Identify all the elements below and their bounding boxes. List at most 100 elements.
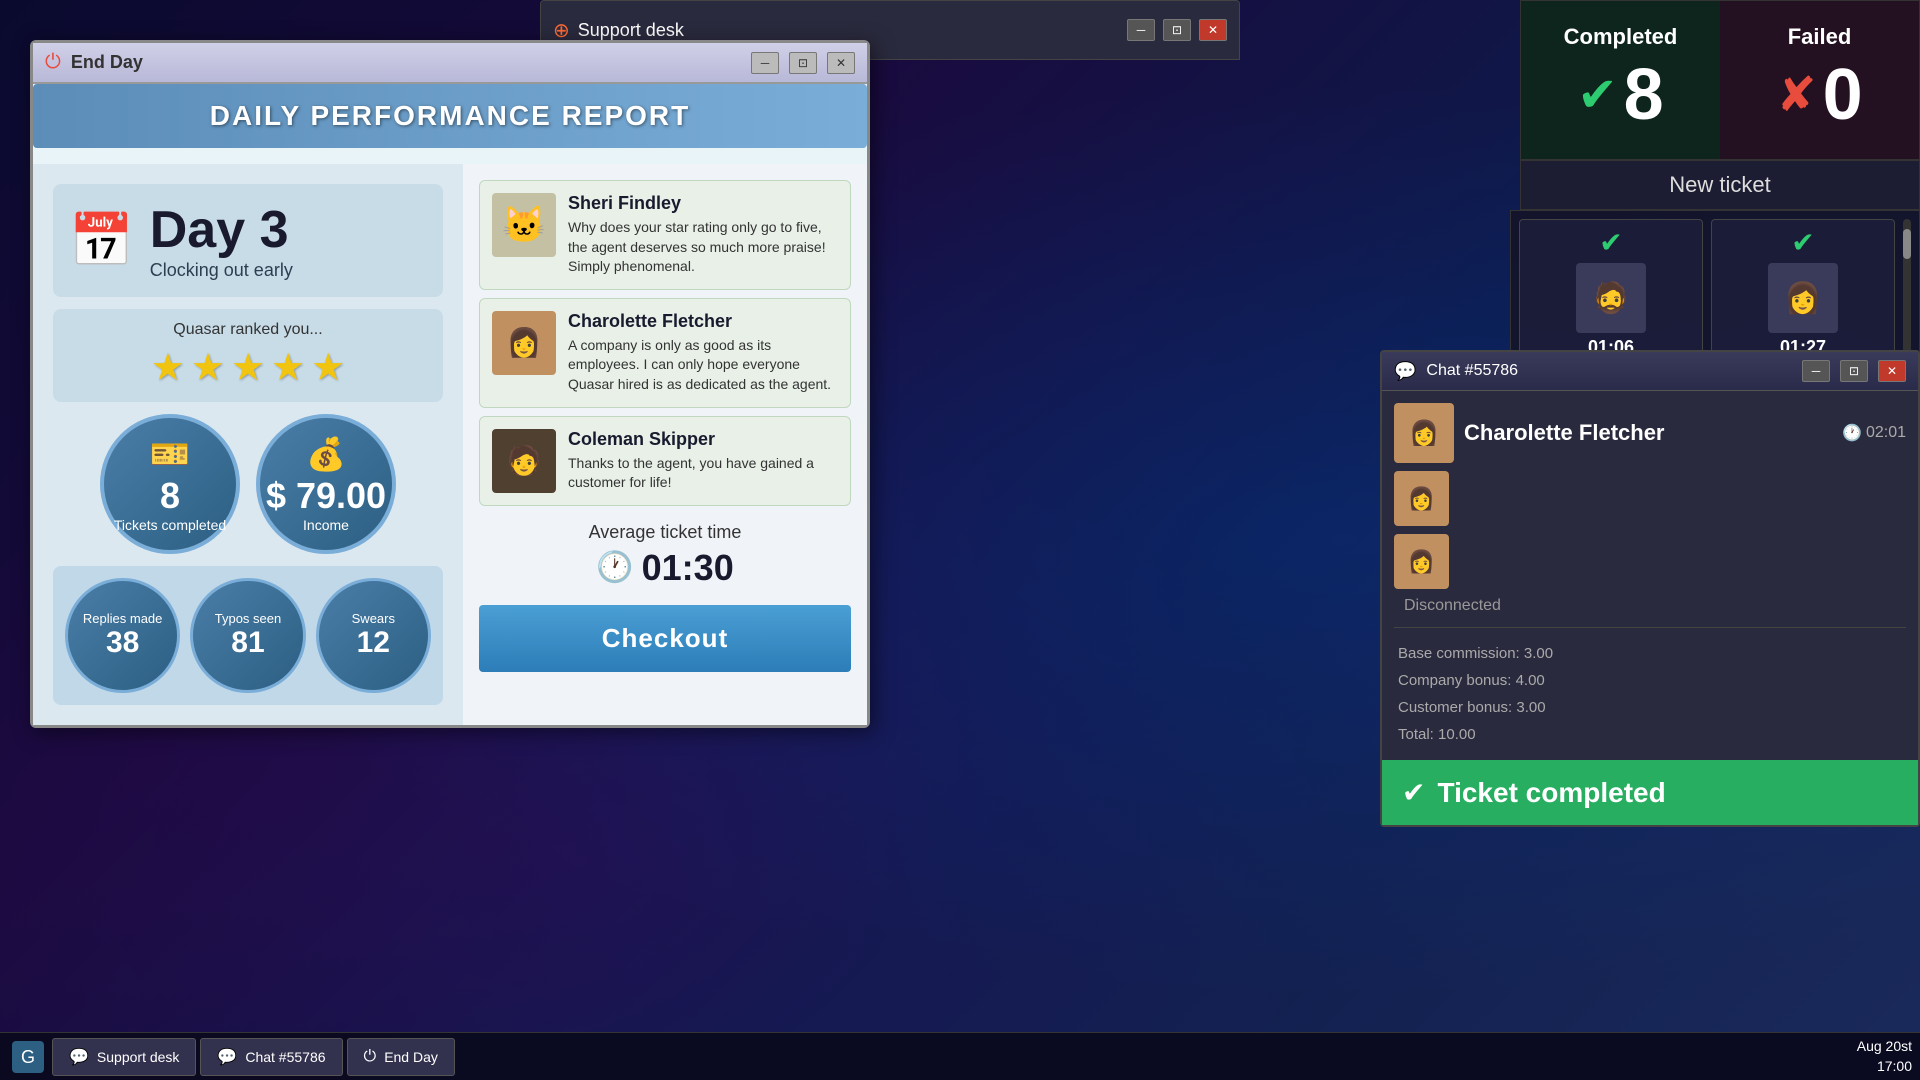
minimize-button[interactable]: ─: [1127, 19, 1155, 41]
end-day-minimize[interactable]: ─: [751, 52, 779, 74]
star-2: ★: [191, 345, 225, 390]
star-3: ★: [231, 345, 265, 390]
tickets-label: Tickets completed: [114, 517, 226, 533]
swears-value: 12: [357, 626, 390, 660]
chat-user-header: 👩 Charolette Fletcher 🕐 02:01: [1394, 403, 1906, 463]
total-commission: Total: 10.00: [1398, 721, 1906, 748]
chat-content: 👩 Charolette Fletcher 🕐 02:01 👩 👩 Discon…: [1382, 391, 1918, 760]
report-header: DAILY PERFORMANCE REPORT: [33, 84, 867, 148]
tickets-icon: 🎫: [150, 435, 190, 473]
ticket-2-check-icon: ✔: [1791, 226, 1814, 259]
avg-time-value: 01:30: [642, 547, 734, 589]
taskbar-end-day[interactable]: ⏻ End Day: [347, 1038, 455, 1076]
day-info: Day 3 Clocking out early: [150, 200, 293, 281]
ticket-2-avatar: 👩: [1768, 263, 1838, 333]
chat-maximize[interactable]: ⊡: [1840, 360, 1868, 382]
swears-circle: Swears 12: [316, 578, 431, 693]
bottom-stats: Replies made 38 Typos seen 81 Swears 12: [53, 566, 443, 705]
rating-label: Quasar ranked you...: [65, 321, 431, 339]
end-day-close[interactable]: ✕: [827, 52, 855, 74]
tickets-circle: 🎫 8 Tickets completed: [100, 414, 240, 554]
maximize-button[interactable]: ⊡: [1163, 19, 1191, 41]
replies-circle: Replies made 38: [65, 578, 180, 693]
report-right-panel: 🐱 Sheri Findley Why does your star ratin…: [463, 164, 867, 725]
typos-circle: Typos seen 81: [190, 578, 305, 693]
day-number: Day 3: [150, 200, 293, 260]
taskbar-clock: Aug 20st 17:00: [1857, 1037, 1912, 1076]
chat-window: 💬 Chat #55786 ─ ⊡ ✕ 👩 Charolette Fletche…: [1380, 350, 1920, 827]
report-title: DAILY PERFORMANCE REPORT: [49, 100, 851, 132]
customer-bonus: Customer bonus: 3.00: [1398, 694, 1906, 721]
report-content: 📅 Day 3 Clocking out early Quasar ranked…: [33, 164, 867, 725]
review-card-3: 🧑 Coleman Skipper Thanks to the agent, y…: [479, 416, 851, 506]
taskbar-chat-icon: 💬: [217, 1047, 237, 1067]
completed-icon-num: ✔ 8: [1577, 54, 1663, 136]
review-3-content: Coleman Skipper Thanks to the agent, you…: [568, 429, 838, 493]
ticket-completed-bar: ✔ Ticket completed: [1382, 760, 1918, 825]
tickets-num: 8: [160, 475, 180, 517]
report-left-panel: 📅 Day 3 Clocking out early Quasar ranked…: [33, 164, 463, 725]
review-1-content: Sheri Findley Why does your star rating …: [568, 193, 838, 277]
failed-value: 0: [1823, 54, 1863, 136]
income-label: Income: [303, 517, 349, 533]
completed-value: 8: [1624, 54, 1664, 136]
taskbar-support-label: Support desk: [97, 1049, 180, 1065]
end-day-window: ⏻ End Day ─ ⊡ ✕ DAILY PERFORMANCE REPORT…: [30, 40, 870, 728]
stats-circles: 🎫 8 Tickets completed 💰 $ 79.00 Income: [53, 414, 443, 554]
failed-label: Failed: [1788, 24, 1852, 50]
taskbar-support-desk[interactable]: 💬 Support desk: [52, 1038, 196, 1076]
chat-commission-info: Base commission: 3.00 Company bonus: 4.0…: [1394, 640, 1906, 748]
end-day-maximize[interactable]: ⊡: [789, 52, 817, 74]
time-clock-icon: 🕐: [1842, 423, 1862, 443]
reviewer-1-avatar: 🐱: [492, 193, 556, 257]
checkout-button[interactable]: Checkout: [479, 605, 851, 672]
power-icon: ⏻: [45, 51, 61, 74]
completed-text: Ticket completed: [1437, 777, 1665, 809]
taskbar-time: 17:00: [1857, 1057, 1912, 1077]
ticket-1-check-icon: ✔: [1599, 226, 1622, 259]
end-day-titlebar: ⏻ End Day ─ ⊡ ✕: [33, 43, 867, 84]
avg-ticket-label: Average ticket time: [487, 522, 843, 543]
chat-title: Chat #55786: [1426, 362, 1792, 380]
chat-user-avatar: 👩: [1394, 403, 1454, 463]
taskbar-date: Aug 20st: [1857, 1037, 1912, 1057]
avg-ticket-time: 🕐 01:30: [487, 547, 843, 589]
new-ticket-bar[interactable]: New ticket: [1520, 160, 1920, 210]
income-value: $ 79.00: [266, 475, 386, 517]
reviewer-2-text: A company is only as good as its employe…: [568, 336, 838, 395]
star-5: ★: [311, 345, 345, 390]
avg-ticket-section: Average ticket time 🕐 01:30: [479, 514, 851, 597]
chat-minimize[interactable]: ─: [1802, 360, 1830, 382]
review-card-1: 🐱 Sheri Findley Why does your star ratin…: [479, 180, 851, 290]
reviewer-2-name: Charolette Fletcher: [568, 311, 838, 332]
typos-label: Typos seen: [215, 611, 282, 627]
completed-stat: Completed ✔ 8: [1521, 1, 1720, 159]
close-button[interactable]: ✕: [1199, 19, 1227, 41]
support-desk-icon: ⊕: [553, 18, 570, 43]
chat-close[interactable]: ✕: [1878, 360, 1906, 382]
reviewer-1-name: Sheri Findley: [568, 193, 838, 214]
income-icon: 💰: [306, 435, 346, 473]
chat-user-info: Charolette Fletcher: [1464, 420, 1665, 446]
reviewer-3-text: Thanks to the agent, you have gained a c…: [568, 454, 838, 493]
star-1: ★: [151, 345, 185, 390]
replies-label: Replies made: [83, 611, 163, 627]
chat-username: Charolette Fletcher: [1464, 420, 1665, 445]
failed-stat: Failed ✘ 0: [1720, 1, 1919, 159]
completed-checkmark-icon: ✔: [1577, 67, 1617, 123]
chat-divider: [1394, 627, 1906, 628]
taskbar: G 💬 Support desk 💬 Chat #55786 ⏻ End Day…: [0, 1032, 1920, 1080]
ticket-1-avatar: 🧔: [1576, 263, 1646, 333]
review-card-2: 👩 Charolette Fletcher A company is only …: [479, 298, 851, 408]
new-ticket-button[interactable]: New ticket: [1669, 172, 1770, 198]
taskbar-logo[interactable]: G: [8, 1037, 48, 1077]
review-2-content: Charolette Fletcher A company is only as…: [568, 311, 838, 395]
taskbar-chat[interactable]: 💬 Chat #55786: [200, 1038, 342, 1076]
day-subtitle: Clocking out early: [150, 260, 293, 281]
stars-container: ★ ★ ★ ★ ★: [65, 345, 431, 390]
stats-bar: Completed ✔ 8 Failed ✘ 0: [1520, 0, 1920, 160]
calendar-icon: 📅: [69, 210, 134, 271]
star-4: ★: [271, 345, 305, 390]
chat-user-avatar-2: 👩: [1394, 534, 1449, 589]
day-section: 📅 Day 3 Clocking out early: [53, 184, 443, 297]
